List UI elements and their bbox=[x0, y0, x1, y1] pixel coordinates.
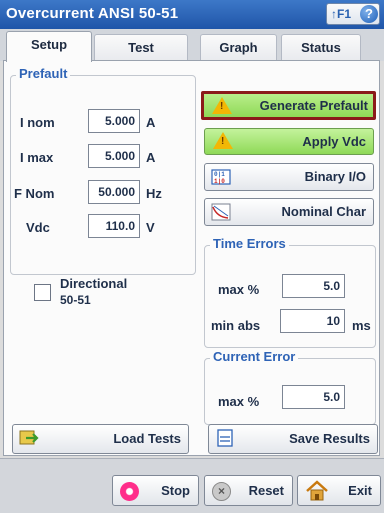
nominal-char-button[interactable]: Nominal Char bbox=[204, 198, 374, 226]
bottom-bar: Stop × Reset Exit bbox=[0, 458, 384, 513]
load-tests-button[interactable]: Load Tests bbox=[12, 424, 189, 454]
tab-status-label: Status bbox=[301, 40, 341, 55]
save-icon bbox=[217, 429, 233, 447]
time-max-label: max % bbox=[218, 282, 260, 297]
tab-graph-label: Graph bbox=[219, 40, 258, 55]
directional-label: Directional bbox=[60, 276, 128, 291]
time-min-label: min abs bbox=[211, 318, 261, 333]
reset-icon: × bbox=[212, 482, 231, 501]
current-max-field[interactable]: 5.0 bbox=[282, 385, 345, 409]
apply-vdc-label: Apply Vdc bbox=[302, 134, 366, 149]
stop-label: Stop bbox=[161, 483, 190, 498]
time-min-unit: ms bbox=[352, 318, 371, 333]
vdc-field[interactable]: 110.0 bbox=[88, 214, 140, 238]
directional-sublabel: 50-51 bbox=[60, 293, 91, 307]
i-nom-label: I nom bbox=[20, 115, 55, 130]
help-button[interactable]: ↑F1 ? bbox=[326, 3, 380, 25]
vdc-label: Vdc bbox=[26, 220, 50, 235]
reset-label: Reset bbox=[248, 483, 284, 498]
prefault-group bbox=[10, 75, 196, 275]
tab-setup[interactable]: Setup bbox=[6, 31, 92, 62]
i-max-label: I max bbox=[20, 150, 54, 165]
binary-io-label: Binary I/O bbox=[304, 169, 366, 184]
tab-status[interactable]: Status bbox=[281, 34, 361, 61]
chart-icon bbox=[211, 203, 231, 221]
time-min-field[interactable]: 10 bbox=[280, 309, 345, 333]
exit-button[interactable]: Exit bbox=[297, 475, 381, 506]
f-nom-field[interactable]: 50.000 bbox=[88, 180, 140, 204]
i-nom-field[interactable]: 5.000 bbox=[88, 109, 140, 133]
binary-io-button[interactable]: 0|1 1|0 Binary I/O bbox=[204, 163, 374, 191]
nominal-char-label: Nominal Char bbox=[281, 204, 366, 219]
help-shortcut-label: ↑F1 bbox=[331, 7, 352, 21]
reset-button[interactable]: × Reset bbox=[204, 475, 293, 506]
tab-test[interactable]: Test bbox=[94, 34, 188, 61]
help-icon: ? bbox=[360, 5, 378, 23]
generate-prefault-label: Generate Prefault bbox=[259, 98, 368, 113]
apply-vdc-button[interactable]: Apply Vdc bbox=[204, 128, 374, 155]
i-max-unit: A bbox=[146, 150, 156, 165]
load-icon bbox=[19, 430, 39, 445]
exit-label: Exit bbox=[348, 483, 372, 498]
tab-bar: Setup Test Graph Status bbox=[0, 29, 384, 62]
generate-prefault-button[interactable]: Generate Prefault bbox=[201, 91, 376, 120]
warning-icon bbox=[213, 132, 233, 149]
f-nom-unit: Hz bbox=[146, 186, 162, 201]
current-max-label: max % bbox=[218, 394, 260, 409]
svg-text:0|1: 0|1 bbox=[214, 171, 225, 178]
stop-icon bbox=[120, 482, 139, 501]
title-bar: Overcurrent ANSI 50-51 ↑F1 ? bbox=[0, 0, 384, 29]
i-max-field[interactable]: 5.000 bbox=[88, 144, 140, 168]
time-errors-legend: Time Errors bbox=[210, 236, 289, 251]
load-tests-label: Load Tests bbox=[113, 431, 181, 446]
window-title: Overcurrent ANSI 50-51 bbox=[6, 5, 179, 22]
f-nom-label: F Nom bbox=[14, 186, 55, 201]
home-icon bbox=[306, 480, 328, 501]
save-results-label: Save Results bbox=[289, 431, 370, 446]
tab-graph[interactable]: Graph bbox=[200, 34, 277, 61]
vdc-unit: V bbox=[146, 220, 155, 235]
warning-icon bbox=[212, 97, 232, 114]
tab-test-label: Test bbox=[128, 40, 154, 55]
binary-io-icon: 0|1 1|0 bbox=[211, 169, 231, 185]
i-nom-unit: A bbox=[146, 115, 156, 130]
current-error-legend: Current Error bbox=[210, 349, 299, 364]
svg-text:1|0: 1|0 bbox=[214, 178, 225, 185]
prefault-legend: Prefault bbox=[16, 66, 71, 81]
time-max-field[interactable]: 5.0 bbox=[282, 274, 345, 298]
tab-setup-label: Setup bbox=[30, 37, 68, 52]
directional-checkbox[interactable] bbox=[34, 284, 51, 301]
stop-button[interactable]: Stop bbox=[112, 475, 199, 506]
setup-panel: Prefault I nom 5.000 A I max 5.000 A F N… bbox=[3, 60, 380, 456]
save-results-button[interactable]: Save Results bbox=[208, 424, 378, 454]
